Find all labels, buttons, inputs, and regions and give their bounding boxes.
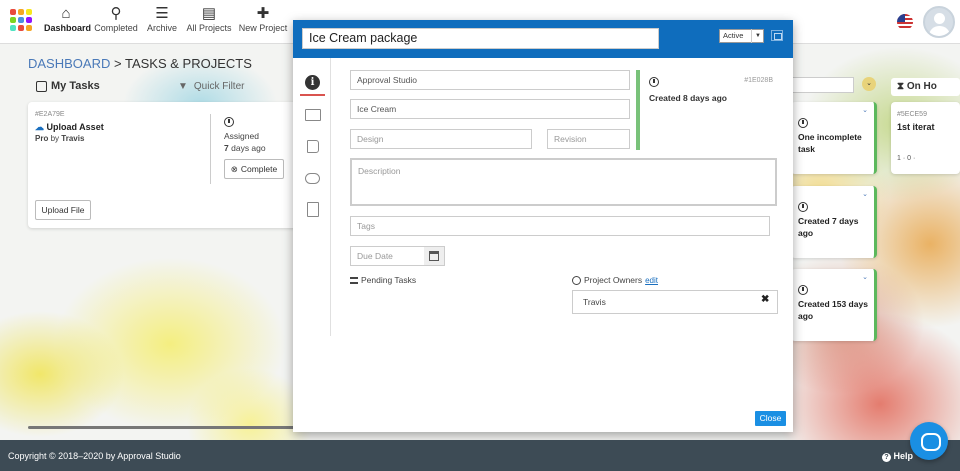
revision-field[interactable]: Revision	[547, 129, 630, 149]
nav-archive[interactable]: ☰ Archive	[144, 5, 180, 33]
breadcrumb-current: TASKS & PROJECTS	[124, 56, 252, 71]
home-icon: ⌂	[61, 5, 71, 22]
task-id: #5ECE59	[897, 111, 927, 118]
task-title: ☁ Upload Asset	[35, 122, 104, 132]
clock-icon	[798, 285, 808, 295]
info-icon: i	[305, 74, 320, 90]
task-card-right-1[interactable]: ⌄ One incomplete task	[791, 102, 877, 174]
chat-bubble-icon[interactable]	[910, 422, 948, 460]
clock-icon	[224, 117, 234, 127]
clock-icon	[798, 118, 808, 128]
checklist-icon	[36, 80, 47, 92]
search-icon: ⚲	[110, 5, 122, 22]
my-tasks-heading: My Tasks	[36, 80, 100, 92]
comments-icon	[305, 172, 320, 184]
quick-filter[interactable]: ▼ Quick Filter	[178, 78, 298, 94]
task-title: 1st iterat	[897, 122, 935, 132]
cloud-upload-icon: ☁	[35, 122, 44, 132]
us-flag-icon[interactable]	[897, 14, 913, 30]
tasks-icon	[350, 276, 358, 284]
calendar-icon[interactable]	[424, 246, 445, 266]
upload-file-button[interactable]: Upload File	[35, 200, 91, 220]
document-icon	[306, 201, 319, 217]
nav-new-project[interactable]: ✚ New Project	[238, 5, 288, 33]
task-id: #E2A79E	[35, 111, 65, 118]
project-number: #1E028B	[744, 77, 773, 84]
breadcrumb-separator: >	[113, 56, 122, 71]
task-owner: Pro by Travis	[35, 134, 85, 143]
tab-book[interactable]	[300, 133, 325, 159]
pending-tasks-label: Pending Tasks	[350, 275, 416, 285]
studio-field[interactable]: Approval Studio	[350, 70, 630, 90]
chevron-down-icon[interactable]: ⌄	[862, 190, 868, 198]
modal-side-tabs: i	[293, 58, 331, 336]
caret-down-icon[interactable]: ▼	[751, 29, 764, 43]
on-hold-task-card[interactable]: #5ECE59 1st iterat 1 · 0 ·	[891, 102, 960, 174]
horizontal-scrollbar[interactable]	[28, 426, 298, 429]
quick-filter-placeholder: Quick Filter	[193, 80, 245, 92]
help-link[interactable]: ? Help	[882, 451, 913, 462]
card-divider	[210, 114, 211, 184]
close-button[interactable]: Close	[755, 411, 786, 426]
task-card-status: Created 153 days ago	[798, 299, 868, 321]
footer: Copyright © 2018–2020 by Approval Studio…	[0, 440, 960, 471]
task-card-status: Created 7 days ago	[798, 216, 859, 238]
chevron-down-icon[interactable]: ⌄	[862, 77, 876, 91]
check-circle-icon: ⊗	[230, 163, 238, 174]
project-title-input[interactable]: Ice Cream package	[302, 28, 659, 49]
tags-field[interactable]: Tags	[350, 216, 770, 236]
complete-button[interactable]: ⊗ Complete	[224, 159, 284, 179]
database-icon: ☰	[155, 5, 169, 22]
hourglass-icon: ⧗	[897, 81, 905, 92]
breadcrumb: DASHBOARD > TASKS & PROJECTS	[28, 56, 252, 71]
edit-owners-link[interactable]: edit	[645, 276, 658, 285]
user-circle-icon	[572, 275, 581, 285]
task-vote-counts: 1 · 0 ·	[897, 155, 916, 162]
due-date-field[interactable]: Due Date	[350, 246, 425, 266]
tab-document[interactable]	[300, 196, 325, 222]
project-owners-label: Project Owners edit	[572, 275, 658, 285]
task-card[interactable]: #E2A79E ☁ Upload Asset Pro by Travis Ass…	[28, 102, 300, 228]
help-icon: ?	[882, 453, 891, 462]
user-avatar[interactable]	[923, 6, 955, 38]
book-icon	[306, 139, 319, 153]
description-field[interactable]: Description	[350, 158, 777, 206]
project-created: Created 8 days ago	[649, 93, 727, 103]
breadcrumb-dashboard[interactable]: DASHBOARD	[28, 56, 110, 71]
app-logo[interactable]	[10, 9, 32, 31]
plus-icon: ✚	[256, 5, 270, 22]
copyright-text: Copyright © 2018–2020 by Approval Studio	[8, 451, 181, 461]
tab-info[interactable]: i	[300, 70, 325, 96]
task-card-right-2[interactable]: ⌄ Created 7 days ago	[791, 186, 877, 258]
task-card-status: One incomplete task	[798, 132, 862, 154]
nav-all-projects[interactable]: ▤ All Projects	[186, 5, 232, 33]
nav-dashboard[interactable]: ⌂ Dashboard	[44, 5, 91, 33]
chevron-down-icon[interactable]: ⌄	[862, 273, 868, 281]
chevron-down-icon[interactable]: ⌄	[862, 106, 868, 114]
modal-header: Ice Cream package Active ▼	[293, 20, 793, 58]
clock-icon	[798, 202, 808, 212]
column-search-input[interactable]	[790, 77, 854, 93]
nav-completed[interactable]: ⚲ Completed	[94, 5, 138, 33]
design-field[interactable]: Design	[350, 129, 532, 149]
task-card-right-3[interactable]: ⌄ Created 153 days ago	[791, 269, 877, 341]
list-icon: ▤	[201, 5, 217, 22]
filter-icon: ▼	[178, 80, 188, 92]
project-name-field[interactable]: Ice Cream	[350, 99, 630, 119]
expand-icon[interactable]	[771, 30, 783, 41]
project-info-panel: #1E028B Created 8 days ago	[636, 70, 788, 150]
owner-tag: Travis	[572, 290, 778, 314]
tab-images[interactable]	[300, 102, 325, 128]
project-modal: Ice Cream package Active ▼ i Approval St…	[293, 20, 793, 432]
clock-icon	[649, 77, 659, 87]
task-assigned: Assigned 7 days ago	[224, 117, 266, 154]
on-hold-column-header[interactable]: ⧗ On Ho	[891, 78, 960, 96]
image-icon	[304, 109, 321, 121]
remove-owner-icon[interactable]: ✖	[761, 294, 769, 305]
tab-comments[interactable]	[300, 165, 325, 191]
